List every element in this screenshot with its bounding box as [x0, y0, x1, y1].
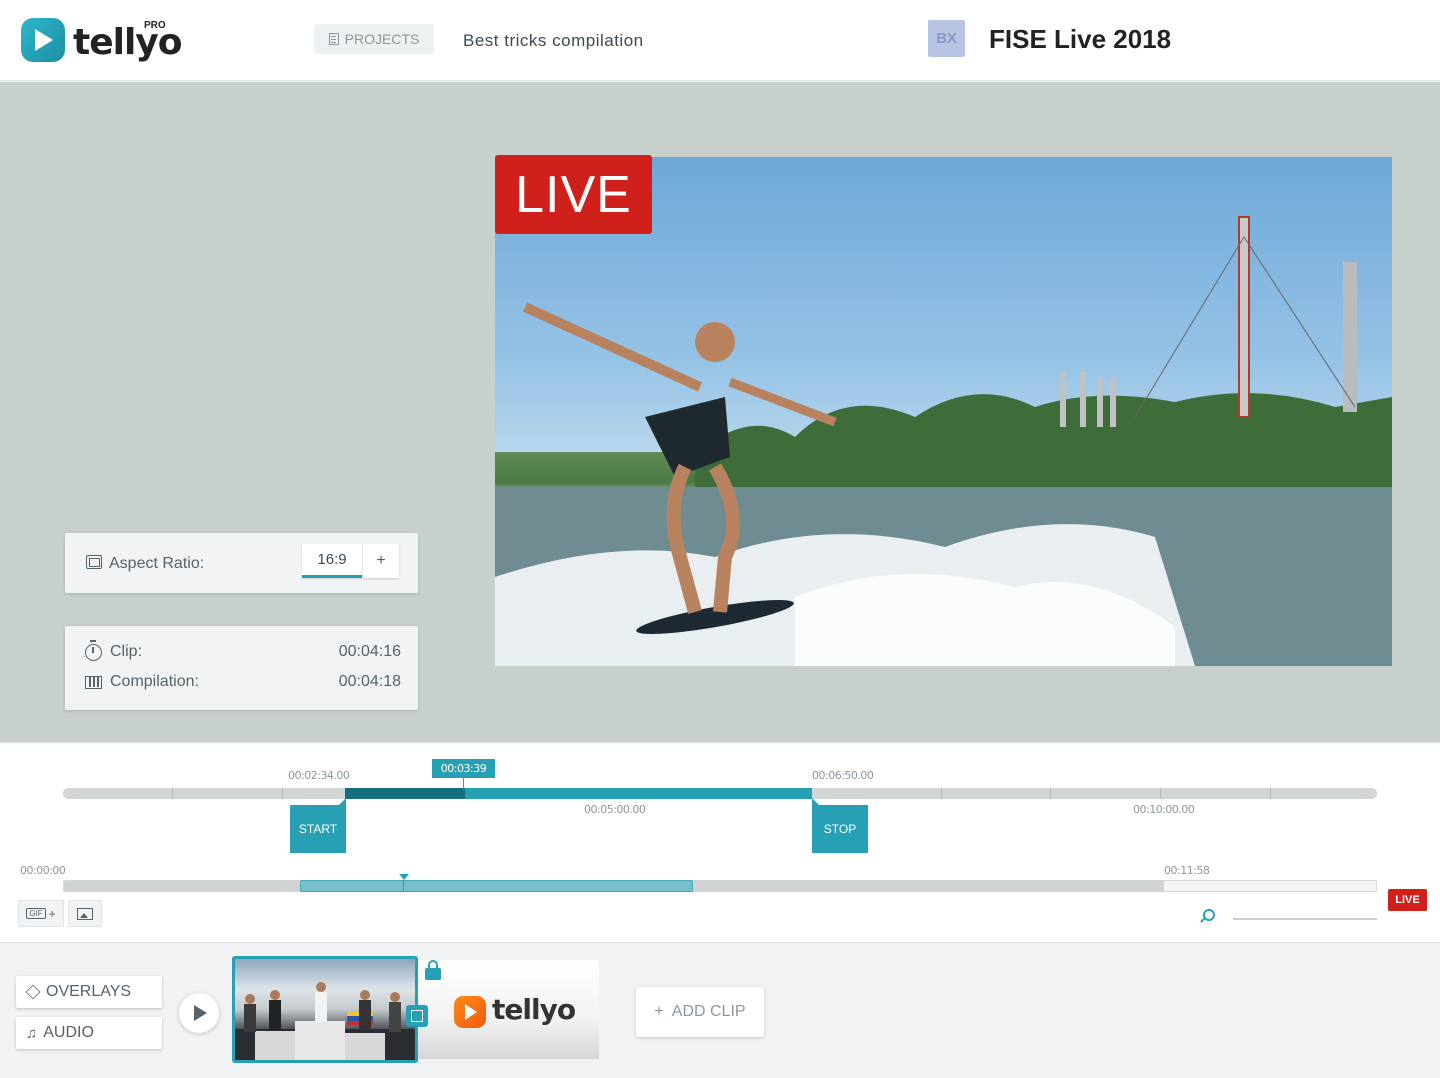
played-selection [345, 788, 465, 799]
audio-label: AUDIO [43, 1024, 94, 1041]
project-name: Best tricks compilation [463, 31, 644, 50]
projects-label: PROJECTS [344, 31, 420, 47]
add-clip-button[interactable]: + ADD CLIP [636, 987, 764, 1037]
document-icon [328, 33, 339, 45]
overview-view-window[interactable] [300, 880, 693, 892]
tellyo-outro-logo-icon [454, 996, 486, 1028]
compilation-duration-value: 00:04:18 [338, 673, 401, 690]
aspect-ratio-icon [86, 555, 102, 569]
track-tick [1160, 788, 1161, 799]
gif-icon: GIF [26, 908, 46, 919]
logo-pro-badge: PRO [144, 20, 166, 31]
duration-panel: Clip: 00:04:16 Compilation: 00:04:18 [65, 626, 418, 710]
podium-scene-image [235, 982, 415, 1060]
layers-icon [25, 984, 41, 1000]
clip-label: Clip: [110, 643, 143, 660]
compilation-bar: OVERLAYS ♫ AUDIO tellyo + ADD CLIP [0, 944, 1440, 1078]
compilation-label: Compilation: [110, 673, 199, 690]
audio-button[interactable]: ♫ AUDIO [16, 1017, 162, 1049]
create-gif-button[interactable]: GIF + [18, 900, 64, 927]
selected-clip-thumbnail[interactable] [232, 956, 418, 1063]
play-compilation-button[interactable] [179, 993, 219, 1033]
overlays-label: OVERLAYS [46, 983, 132, 1000]
live-indicator: LIVE [495, 155, 652, 234]
add-aspect-ratio-button[interactable]: + [362, 544, 399, 578]
playhead-time[interactable]: 00:03:39 [432, 759, 495, 778]
expand-icon[interactable] [406, 1005, 428, 1027]
tellyo-play-logo-icon [21, 18, 65, 62]
start-time-label: 00:02:34.00 [288, 769, 350, 782]
track-tick [282, 788, 283, 799]
timeline-panel: 00:02:34.00 00:06:50.00 00:05:00.00 00:1… [0, 742, 1440, 943]
tick-label-10min: 00:10:00.00 [1133, 803, 1195, 816]
outro-logo-text: tellyo [492, 993, 576, 1026]
start-marker[interactable]: START [290, 798, 346, 853]
overview-playhead-line [403, 880, 404, 892]
event-title: FISE Live 2018 [989, 24, 1172, 54]
overview-playhead-icon [399, 874, 409, 880]
add-clip-plus-icon: + [654, 1003, 664, 1020]
stop-time-label: 00:06:50.00 [812, 769, 874, 782]
add-clip-label: ADD CLIP [671, 1003, 746, 1020]
aspect-ratio-label: Aspect Ratio: [109, 555, 205, 572]
clip-duration-value: 00:04:16 [338, 643, 401, 660]
remaining-selection[interactable] [465, 788, 812, 799]
overview-start-time: 00:00:00 [20, 864, 66, 877]
lock-icon[interactable] [425, 960, 441, 980]
film-icon [85, 676, 102, 689]
snapshot-button[interactable] [68, 900, 102, 927]
tick-label-5min: 00:05:00.00 [584, 803, 646, 816]
stop-marker[interactable]: STOP [812, 798, 868, 853]
image-icon [77, 907, 93, 920]
zoom-slider[interactable] [1233, 918, 1377, 920]
top-header: tellyo PRO PROJECTS Best tricks compilat… [0, 0, 1440, 81]
music-note-icon: ♫ [26, 1024, 38, 1042]
track-tick [1050, 788, 1051, 799]
tellyo-logo[interactable]: tellyo PRO [21, 18, 183, 64]
zoom-icon[interactable] [1203, 909, 1215, 921]
playhead-line [463, 778, 464, 790]
track-tick [941, 788, 942, 799]
track-tick [172, 788, 173, 799]
stopwatch-icon [85, 640, 102, 661]
aspect-ratio-control: 16:9 + [302, 544, 399, 578]
aspect-ratio-panel: Aspect Ratio: 16:9 + [65, 533, 418, 593]
track-tick [1270, 788, 1271, 799]
overview-scrubber[interactable] [63, 874, 1377, 892]
preview-workspace: LIVE Aspect Ratio: 16:9 + Clip: 00:04:16… [0, 82, 1440, 742]
overlays-button[interactable]: OVERLAYS [16, 976, 162, 1008]
outro-clip-thumbnail[interactable]: tellyo [418, 960, 599, 1059]
channel-avatar[interactable]: BX [928, 20, 965, 57]
projects-button[interactable]: PROJECTS [314, 24, 434, 54]
overview-end-time: 00:11:58 [1164, 864, 1210, 877]
aspect-ratio-value[interactable]: 16:9 [302, 544, 362, 578]
go-live-button[interactable]: LIVE [1388, 889, 1427, 911]
gif-plus: + [48, 906, 56, 921]
